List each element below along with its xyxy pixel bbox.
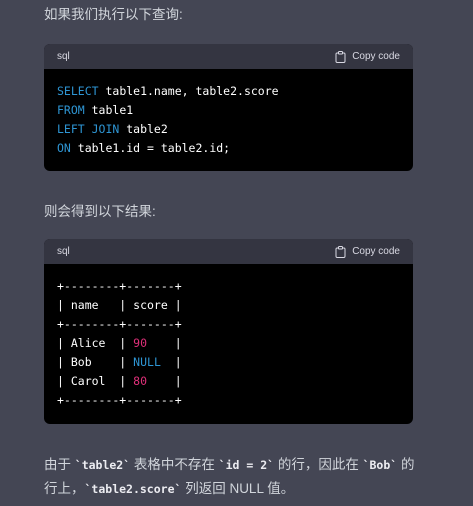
code-token: table1.name, table2.score xyxy=(98,84,279,98)
copy-code-label: Copy code xyxy=(352,51,400,62)
code-token: +--------+-------+ xyxy=(57,317,182,331)
code-token: | name | score | xyxy=(57,298,182,312)
code-line: | name | score | xyxy=(57,296,413,315)
result-code-block: sql Copy code +--------+-------+ | name |… xyxy=(44,239,413,424)
code-token: 90 xyxy=(133,336,148,350)
code-line: +--------+-------+ xyxy=(57,277,413,296)
copy-code-label: Copy code xyxy=(352,246,400,257)
clipboard-icon xyxy=(335,50,346,63)
code-token: | xyxy=(147,336,182,350)
copy-code-button[interactable]: Copy code xyxy=(335,50,400,63)
result-intro-paragraph: 则会得到以下结果: xyxy=(44,204,156,219)
code-token: table1 xyxy=(84,103,134,117)
code-token: table1.id = table2.id; xyxy=(70,141,231,155)
code-token: 80 xyxy=(133,374,148,388)
code-token: | Carol | xyxy=(57,374,134,388)
inline-code: `table2` xyxy=(74,458,131,472)
explanation-paragraph: 由于 `table2` 表格中不存在 `id = 2` 的行，因此在 `Bob`… xyxy=(44,453,424,501)
code-token: | xyxy=(160,355,182,369)
code-token: | Alice | xyxy=(57,336,134,350)
clipboard-icon xyxy=(335,245,346,258)
intro-paragraph: 如果我们执行以下查询: xyxy=(44,7,183,22)
code-token: NULL xyxy=(133,355,161,369)
code-token: | xyxy=(147,374,182,388)
code-content: +--------+-------+ | name | score | +-----… xyxy=(44,264,413,410)
code-token: SELECT xyxy=(57,84,99,98)
code-language-label: sql xyxy=(57,51,70,62)
code-line: FROM table1 xyxy=(57,101,413,120)
inline-code: `Bob` xyxy=(362,458,398,472)
code-token: LEFT JOIN xyxy=(57,122,120,136)
code-line: +--------+-------+ xyxy=(57,391,413,410)
code-block-header: sql Copy code xyxy=(44,44,413,69)
explanation-text: 的行，因此在 xyxy=(274,457,363,472)
code-line: +--------+-------+ xyxy=(57,315,413,334)
explanation-text: 由于 xyxy=(44,457,75,472)
code-token: FROM xyxy=(57,103,85,117)
code-token: +--------+-------+ xyxy=(57,279,182,293)
code-token: +--------+-------+ xyxy=(57,393,182,407)
inline-code: `table2.score` xyxy=(84,482,182,496)
code-line: SELECT table1.name, table2.score xyxy=(57,82,413,101)
code-line: | Carol | 80 | xyxy=(57,372,413,391)
code-line: LEFT JOIN table2 xyxy=(57,120,413,139)
query-code-block: sql Copy code SELECT table1.name, table2… xyxy=(44,44,413,171)
copy-code-button[interactable]: Copy code xyxy=(335,245,400,258)
code-language-label: sql xyxy=(57,246,70,257)
code-token: ON xyxy=(57,141,71,155)
explanation-text: 列返回 NULL 值。 xyxy=(181,481,295,496)
code-line: ON table1.id = table2.id; xyxy=(57,139,413,158)
code-token: | Bob | xyxy=(57,355,134,369)
code-line: | Bob | NULL | xyxy=(57,353,413,372)
explanation-text: 表格中不存在 xyxy=(130,457,219,472)
code-content: SELECT table1.name, table2.score FROM tab… xyxy=(44,69,413,158)
inline-code: `id = 2` xyxy=(218,458,275,472)
code-block-header: sql Copy code xyxy=(44,239,413,264)
code-line: | Alice | 90 | xyxy=(57,334,413,353)
code-token: table2 xyxy=(119,122,168,136)
